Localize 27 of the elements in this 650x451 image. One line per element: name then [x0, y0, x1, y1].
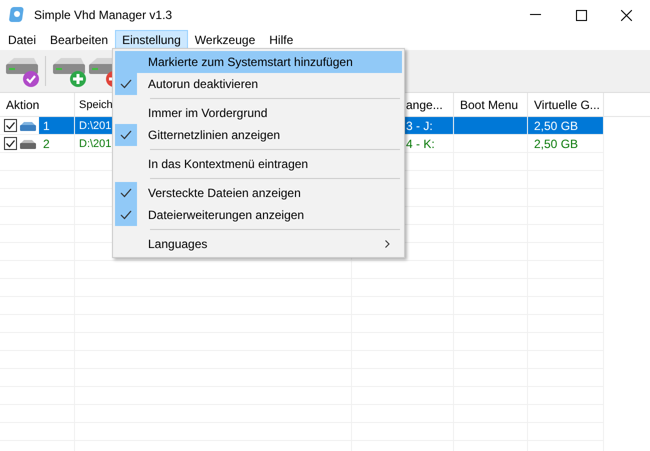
table-cell: 2,50 GB	[528, 135, 604, 153]
maximize-icon[interactable]	[576, 10, 587, 20]
checkbox[interactable]	[4, 137, 17, 150]
drive-icon	[20, 138, 36, 148]
column-header[interactable]: Aktion	[0, 93, 75, 116]
menu-item[interactable]: Werkzeuge	[188, 30, 262, 50]
menu-option[interactable]: Markierte zum Systemstart hinzufügen	[115, 51, 402, 73]
column-header[interactable]: Boot Menu	[454, 93, 528, 116]
chevron-right-icon	[385, 240, 390, 248]
column-header[interactable]: Virtuelle G...	[528, 93, 604, 116]
window-title: Simple Vhd Manager v1.3	[34, 8, 172, 22]
menu-option[interactable]: Versteckte Dateien anzeigen	[115, 182, 402, 204]
row-number: 1	[39, 117, 74, 134]
menu-option[interactable]: In das Kontextmenü eintragen	[115, 153, 402, 175]
menu-item[interactable]: Datei	[1, 30, 44, 50]
drive-icon	[20, 120, 36, 130]
menu-item[interactable]: Einstellung	[115, 30, 188, 50]
table-cell: 2,50 GB	[528, 117, 604, 135]
close-icon[interactable]	[621, 10, 632, 20]
menu-option[interactable]: Autorun deaktivieren	[115, 73, 402, 95]
menu-item[interactable]: Hilfe	[262, 30, 300, 50]
menu-item[interactable]: Bearbeiten	[43, 30, 116, 50]
menu-option[interactable]: Dateierweiterungen anzeigen	[115, 204, 402, 226]
row-number: 2	[42, 136, 51, 152]
minimize-icon[interactable]	[530, 14, 542, 16]
menu-option[interactable]: Languages	[115, 233, 402, 255]
checkbox[interactable]	[4, 119, 17, 132]
